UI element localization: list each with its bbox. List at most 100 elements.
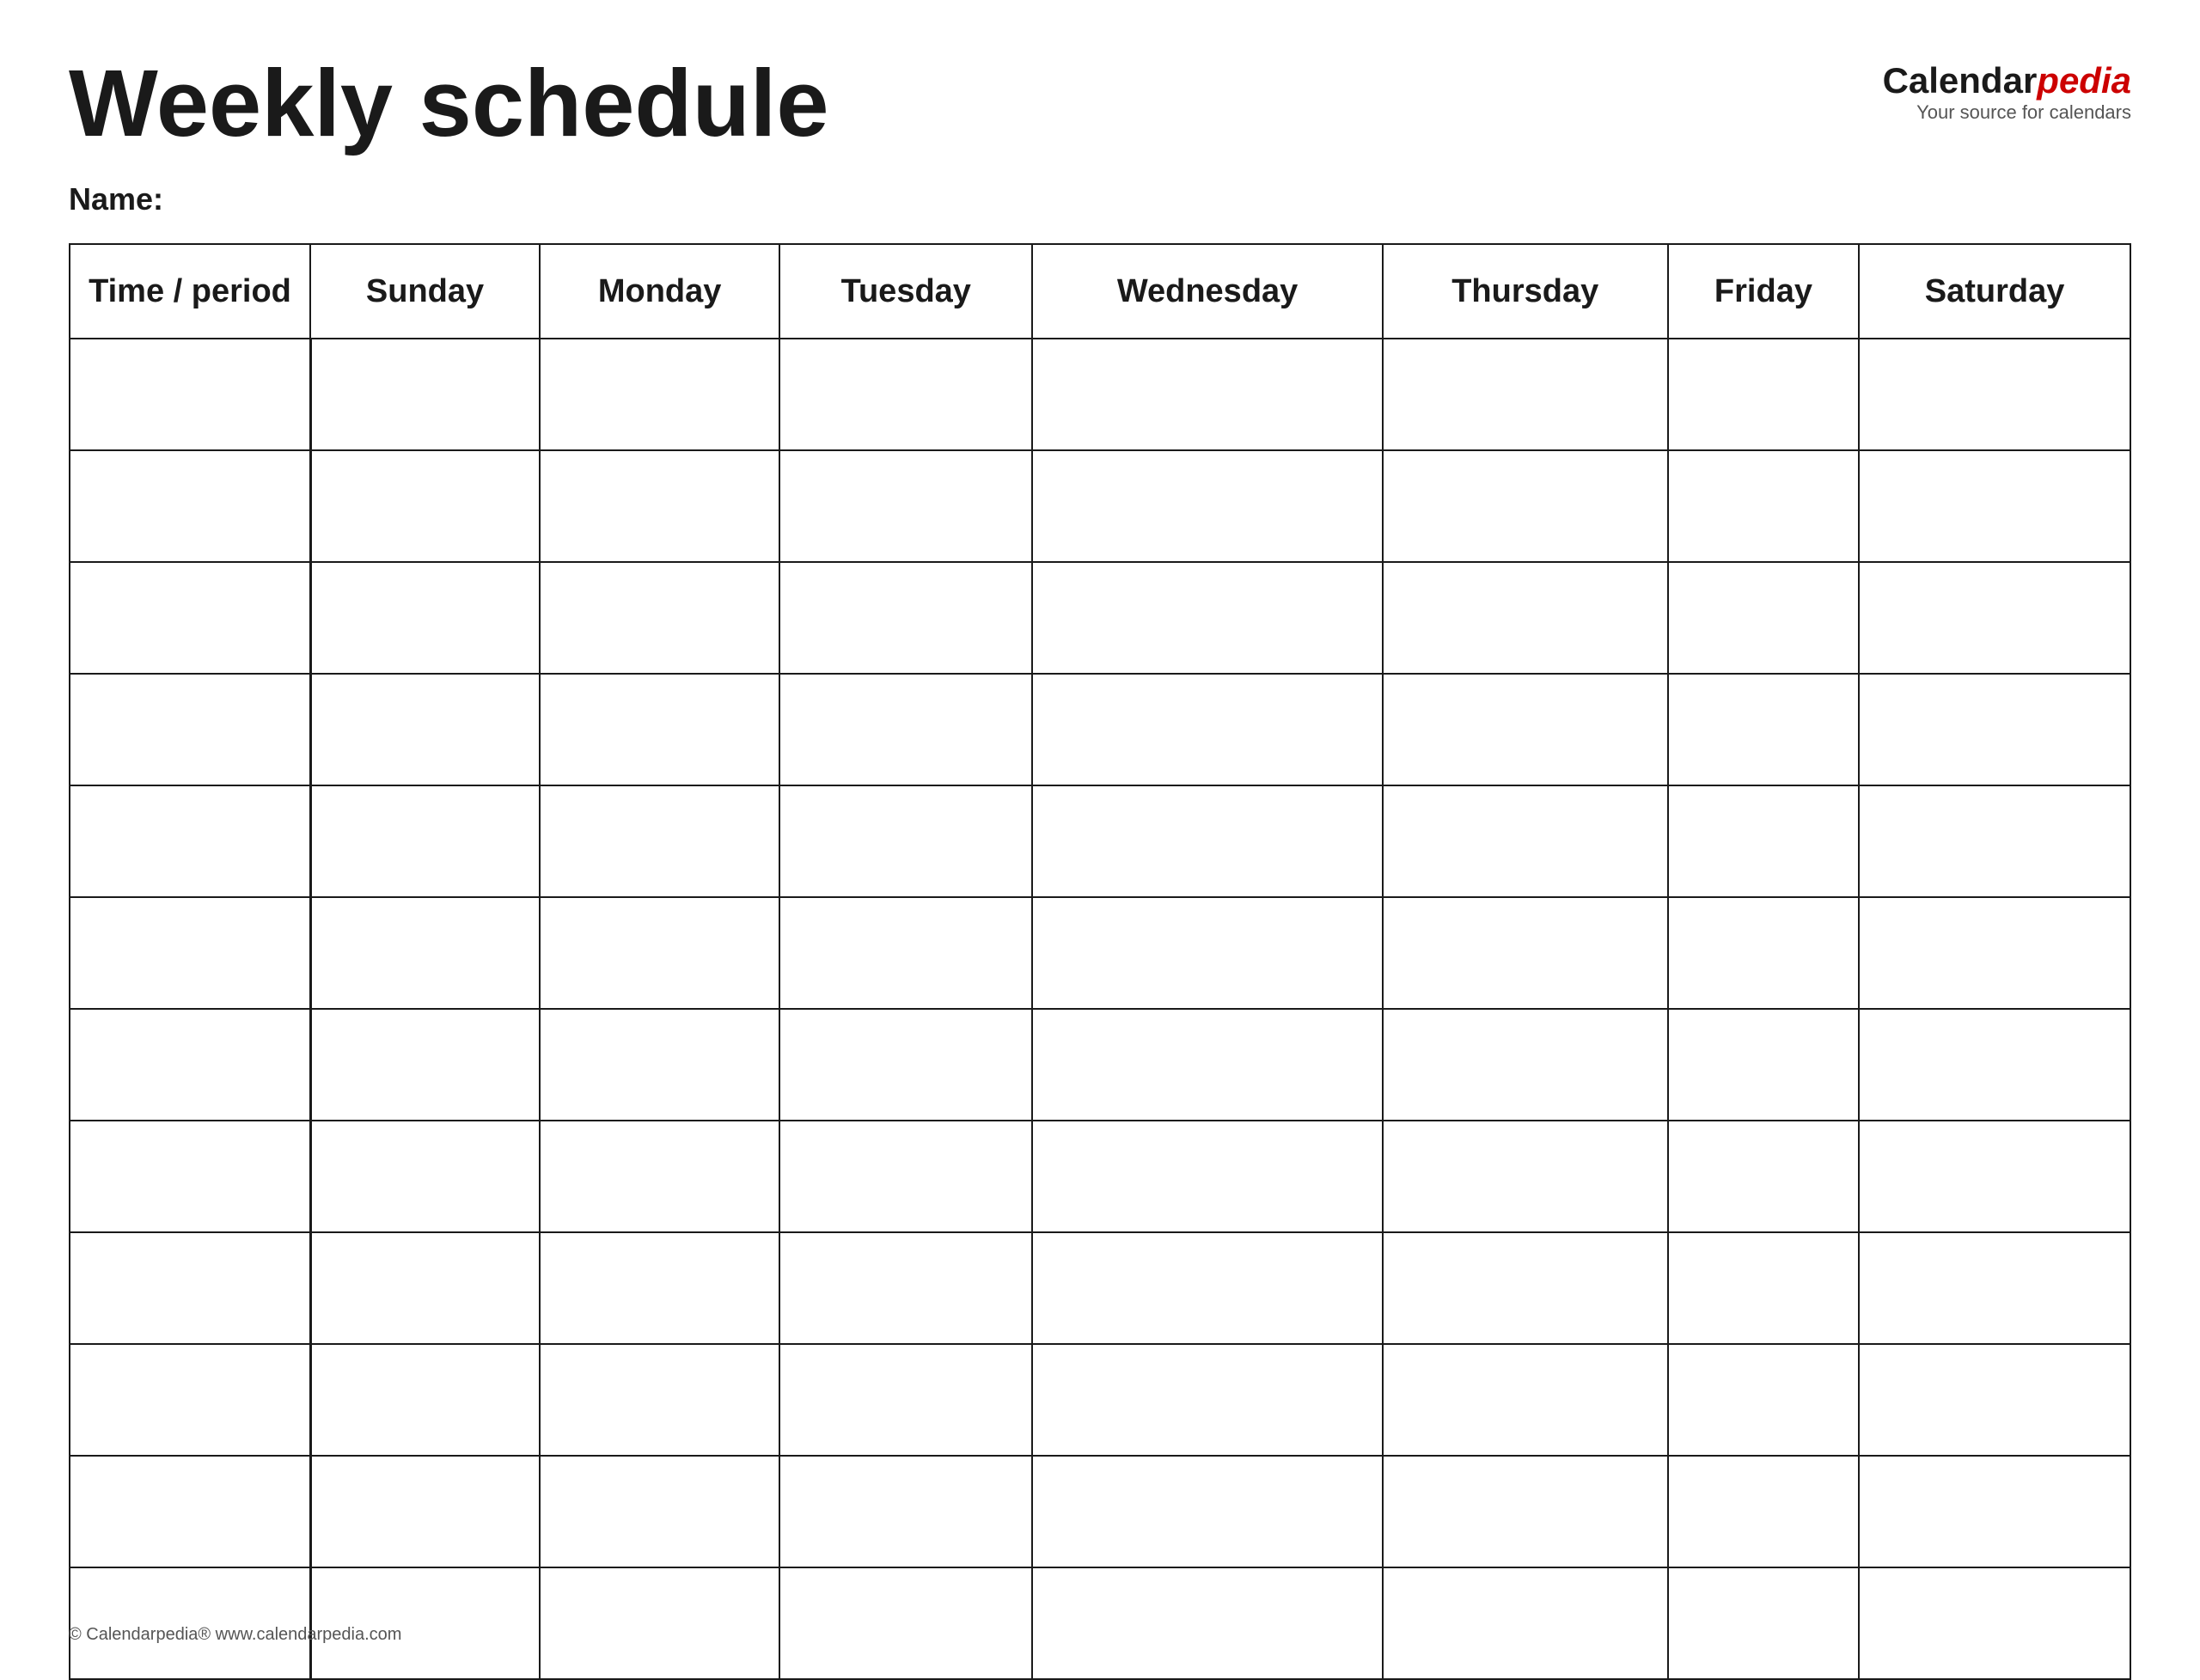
wednesday-cell[interactable] bbox=[1032, 785, 1383, 897]
friday-cell[interactable] bbox=[1668, 1456, 1860, 1567]
thursday-cell[interactable] bbox=[1383, 1456, 1668, 1567]
wednesday-cell[interactable] bbox=[1032, 562, 1383, 674]
friday-cell[interactable] bbox=[1668, 562, 1860, 674]
friday-cell[interactable] bbox=[1668, 1567, 1860, 1679]
monday-cell[interactable] bbox=[540, 1456, 779, 1567]
table-row bbox=[70, 1456, 2130, 1567]
thursday-cell[interactable] bbox=[1383, 1009, 1668, 1121]
time-cell[interactable] bbox=[70, 339, 310, 450]
sunday-cell[interactable] bbox=[310, 450, 540, 562]
friday-cell[interactable] bbox=[1668, 1121, 1860, 1232]
monday-cell[interactable] bbox=[540, 339, 779, 450]
thursday-cell[interactable] bbox=[1383, 1344, 1668, 1456]
time-cell[interactable] bbox=[70, 1344, 310, 1456]
tuesday-cell[interactable] bbox=[779, 1232, 1032, 1344]
monday-cell[interactable] bbox=[540, 785, 779, 897]
saturday-cell[interactable] bbox=[1859, 1121, 2130, 1232]
sunday-cell[interactable] bbox=[310, 1232, 540, 1344]
saturday-cell[interactable] bbox=[1859, 785, 2130, 897]
time-cell[interactable] bbox=[70, 1567, 310, 1679]
tuesday-cell[interactable] bbox=[779, 1009, 1032, 1121]
thursday-cell[interactable] bbox=[1383, 1232, 1668, 1344]
saturday-cell[interactable] bbox=[1859, 1009, 2130, 1121]
friday-cell[interactable] bbox=[1668, 1344, 1860, 1456]
wednesday-cell[interactable] bbox=[1032, 339, 1383, 450]
sunday-cell[interactable] bbox=[310, 1567, 540, 1679]
tuesday-cell[interactable] bbox=[779, 1567, 1032, 1679]
thursday-cell[interactable] bbox=[1383, 450, 1668, 562]
saturday-cell[interactable] bbox=[1859, 674, 2130, 785]
col-header-friday: Friday bbox=[1668, 244, 1860, 339]
wednesday-cell[interactable] bbox=[1032, 1232, 1383, 1344]
wednesday-cell[interactable] bbox=[1032, 1344, 1383, 1456]
wednesday-cell[interactable] bbox=[1032, 1456, 1383, 1567]
friday-cell[interactable] bbox=[1668, 674, 1860, 785]
friday-cell[interactable] bbox=[1668, 897, 1860, 1009]
friday-cell[interactable] bbox=[1668, 785, 1860, 897]
time-cell[interactable] bbox=[70, 450, 310, 562]
thursday-cell[interactable] bbox=[1383, 1121, 1668, 1232]
tuesday-cell[interactable] bbox=[779, 674, 1032, 785]
thursday-cell[interactable] bbox=[1383, 897, 1668, 1009]
thursday-cell[interactable] bbox=[1383, 785, 1668, 897]
tuesday-cell[interactable] bbox=[779, 785, 1032, 897]
sunday-cell[interactable] bbox=[310, 897, 540, 1009]
monday-cell[interactable] bbox=[540, 674, 779, 785]
monday-cell[interactable] bbox=[540, 562, 779, 674]
tuesday-cell[interactable] bbox=[779, 1344, 1032, 1456]
saturday-cell[interactable] bbox=[1859, 562, 2130, 674]
tuesday-cell[interactable] bbox=[779, 1456, 1032, 1567]
time-cell[interactable] bbox=[70, 674, 310, 785]
friday-cell[interactable] bbox=[1668, 1009, 1860, 1121]
monday-cell[interactable] bbox=[540, 1567, 779, 1679]
tuesday-cell[interactable] bbox=[779, 450, 1032, 562]
tuesday-cell[interactable] bbox=[779, 1121, 1032, 1232]
sunday-cell[interactable] bbox=[310, 1121, 540, 1232]
sunday-cell[interactable] bbox=[310, 785, 540, 897]
tuesday-cell[interactable] bbox=[779, 897, 1032, 1009]
wednesday-cell[interactable] bbox=[1032, 897, 1383, 1009]
monday-cell[interactable] bbox=[540, 1009, 779, 1121]
wednesday-cell[interactable] bbox=[1032, 450, 1383, 562]
time-cell[interactable] bbox=[70, 562, 310, 674]
time-cell[interactable] bbox=[70, 897, 310, 1009]
saturday-cell[interactable] bbox=[1859, 897, 2130, 1009]
tuesday-cell[interactable] bbox=[779, 339, 1032, 450]
monday-cell[interactable] bbox=[540, 1232, 779, 1344]
friday-cell[interactable] bbox=[1668, 339, 1860, 450]
wednesday-cell[interactable] bbox=[1032, 674, 1383, 785]
monday-cell[interactable] bbox=[540, 1121, 779, 1232]
saturday-cell[interactable] bbox=[1859, 1567, 2130, 1679]
thursday-cell[interactable] bbox=[1383, 339, 1668, 450]
time-cell[interactable] bbox=[70, 1009, 310, 1121]
time-cell[interactable] bbox=[70, 1456, 310, 1567]
thursday-cell[interactable] bbox=[1383, 674, 1668, 785]
time-cell[interactable] bbox=[70, 785, 310, 897]
friday-cell[interactable] bbox=[1668, 1232, 1860, 1344]
sunday-cell[interactable] bbox=[310, 1344, 540, 1456]
wednesday-cell[interactable] bbox=[1032, 1567, 1383, 1679]
tuesday-cell[interactable] bbox=[779, 562, 1032, 674]
time-cell[interactable] bbox=[70, 1232, 310, 1344]
monday-cell[interactable] bbox=[540, 450, 779, 562]
saturday-cell[interactable] bbox=[1859, 1232, 2130, 1344]
sunday-cell[interactable] bbox=[310, 1009, 540, 1121]
sunday-cell[interactable] bbox=[310, 339, 540, 450]
sunday-cell[interactable] bbox=[310, 562, 540, 674]
sunday-cell[interactable] bbox=[310, 1456, 540, 1567]
time-cell[interactable] bbox=[70, 1121, 310, 1232]
header: Weekly schedule Calendarpedia Your sourc… bbox=[69, 52, 2131, 156]
wednesday-cell[interactable] bbox=[1032, 1121, 1383, 1232]
saturday-cell[interactable] bbox=[1859, 339, 2130, 450]
saturday-cell[interactable] bbox=[1859, 450, 2130, 562]
saturday-cell[interactable] bbox=[1859, 1456, 2130, 1567]
thursday-cell[interactable] bbox=[1383, 562, 1668, 674]
wednesday-cell[interactable] bbox=[1032, 1009, 1383, 1121]
thursday-cell[interactable] bbox=[1383, 1567, 1668, 1679]
monday-cell[interactable] bbox=[540, 897, 779, 1009]
table-row bbox=[70, 450, 2130, 562]
sunday-cell[interactable] bbox=[310, 674, 540, 785]
monday-cell[interactable] bbox=[540, 1344, 779, 1456]
friday-cell[interactable] bbox=[1668, 450, 1860, 562]
saturday-cell[interactable] bbox=[1859, 1344, 2130, 1456]
